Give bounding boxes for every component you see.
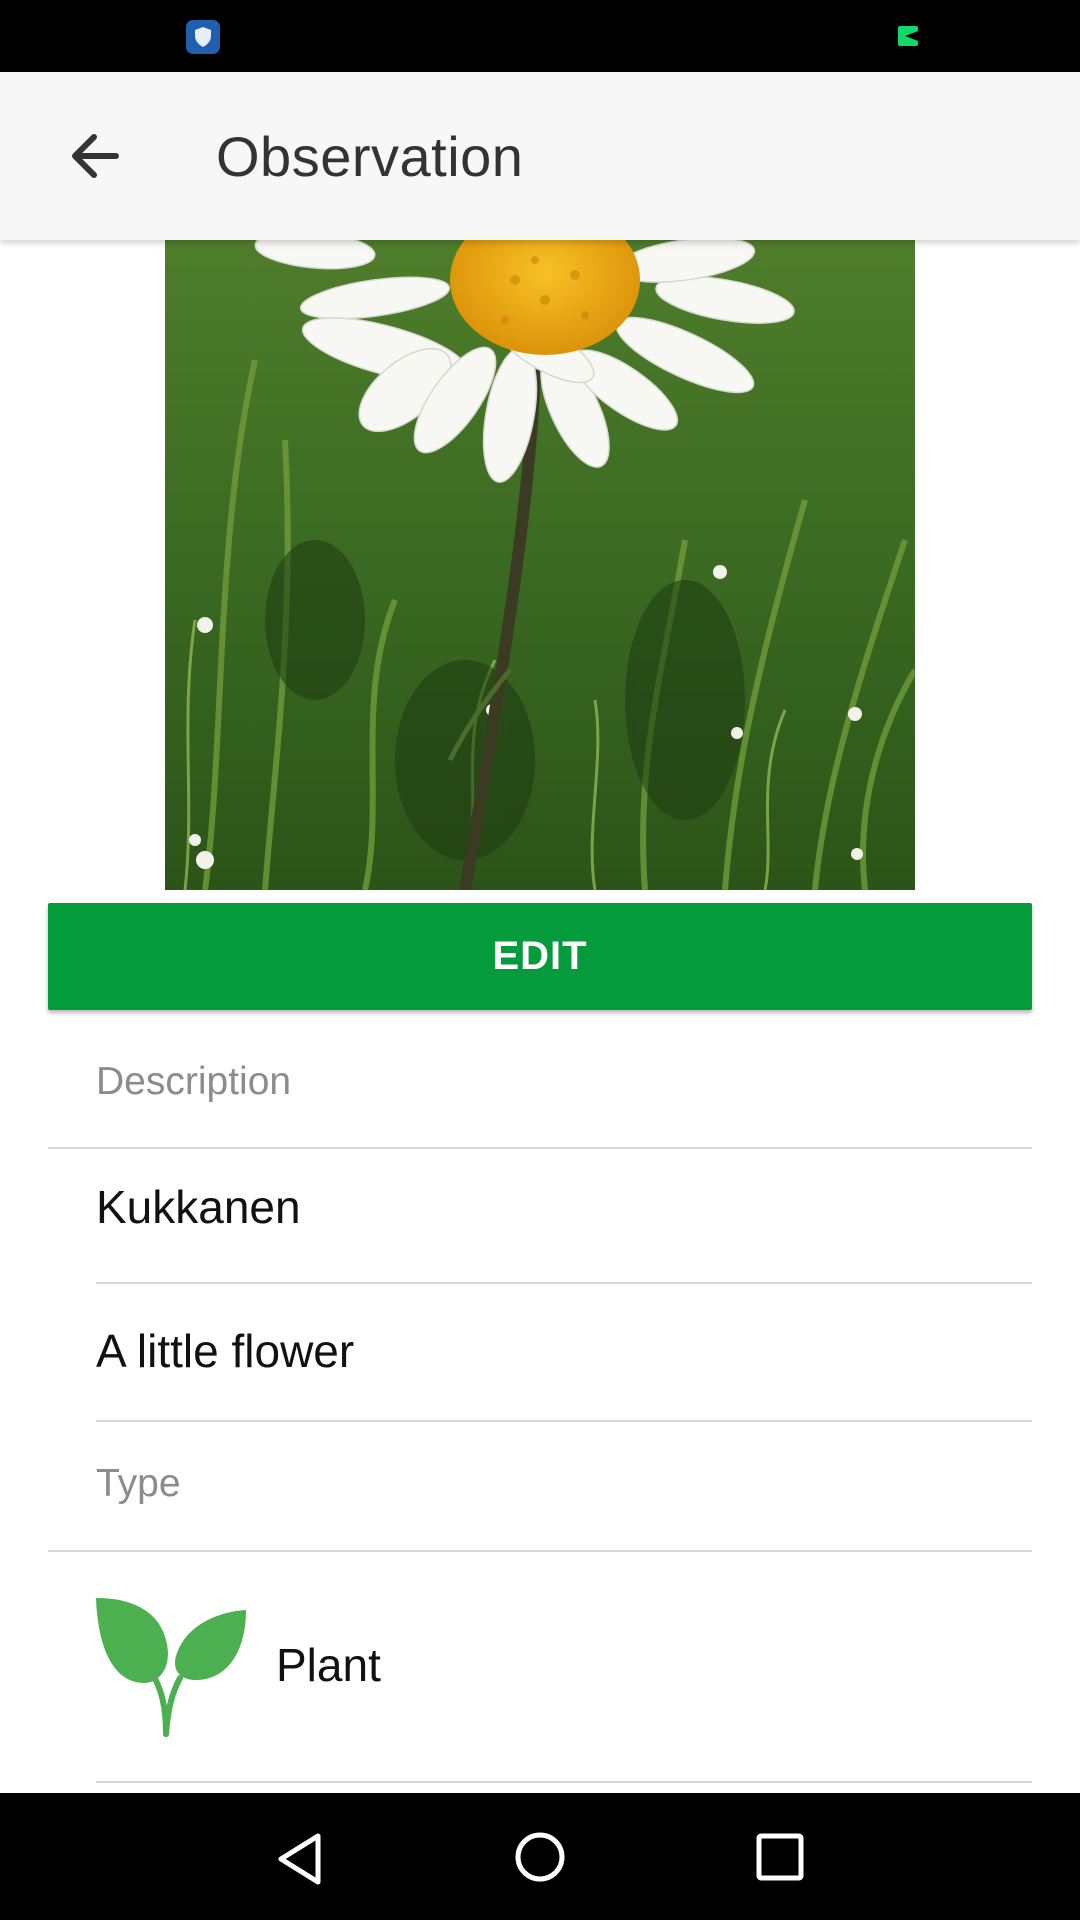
back-button[interactable] [60,120,132,192]
status-bar [0,0,1080,72]
type-value: Plant [276,1639,381,1691]
nav-home-icon [515,1832,565,1882]
type-label: Type [96,1462,181,1505]
app-toolbar: Observation [0,72,1080,240]
daisy-image [165,240,915,890]
nav-back-button[interactable] [276,1833,324,1890]
edit-button[interactable]: EDIT [48,903,1032,1010]
page-title: Observation [216,125,524,188]
field-divider [96,1420,1032,1422]
description-field: A little flower [96,1325,355,1377]
description-label: Description [96,1060,292,1103]
arrow-left-icon [72,134,119,178]
nav-recents-button[interactable] [756,1833,804,1886]
battery-icon [898,26,918,46]
type-row[interactable]: Plant [96,1590,1032,1740]
nav-recents-icon [756,1833,804,1881]
field-divider [96,1282,1032,1284]
shield-icon [186,20,220,54]
nav-home-button[interactable] [514,1831,566,1888]
nav-back-icon [278,1833,321,1885]
section-divider [48,1147,1032,1149]
system-nav-bar [0,1793,1080,1920]
sprout-icon [96,1598,246,1737]
field-divider [96,1781,1032,1783]
name-field: Kukkanen [96,1181,301,1233]
section-divider [48,1550,1032,1552]
observation-photo[interactable] [165,240,915,890]
